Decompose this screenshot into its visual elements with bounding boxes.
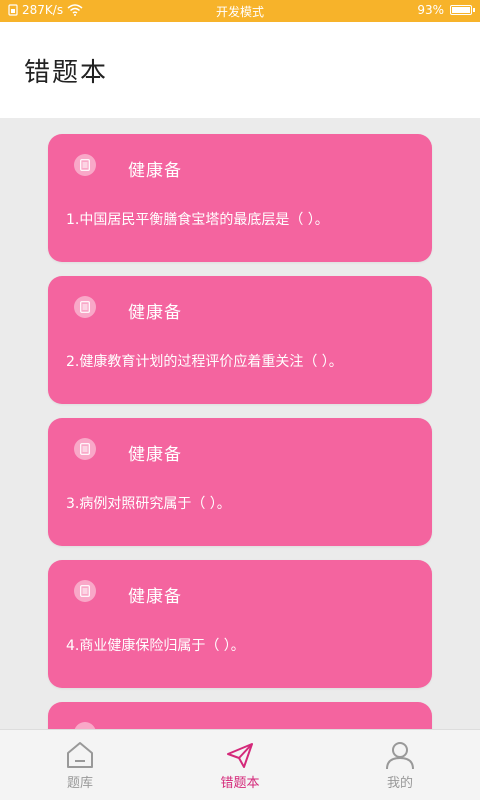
question-card[interactable]: 健康备 4.商业健康保险归属于（ ）。 xyxy=(48,560,432,688)
question-text: 1.中国居民平衡膳食宝塔的最底层是（ ）。 xyxy=(66,212,329,228)
home-icon xyxy=(67,742,93,768)
question-card-partial[interactable] xyxy=(48,702,432,730)
bottom-tab-bar: 题库 错题本 我的 xyxy=(0,729,480,800)
question-category: 健康备 xyxy=(128,303,182,323)
question-card[interactable]: 健康备 3.病例对照研究属于（ ）。 xyxy=(48,418,432,546)
tab-question-bank[interactable]: 题库 xyxy=(20,738,140,798)
user-icon xyxy=(386,742,414,770)
question-card[interactable]: 健康备 2.健康教育计划的过程评价应着重关注（ ）。 xyxy=(48,276,432,404)
document-icon xyxy=(74,296,96,318)
document-icon xyxy=(74,438,96,460)
question-card[interactable]: 健康备 1.中国居民平衡膳食宝塔的最底层是（ ）。 xyxy=(48,134,432,262)
question-category: 健康备 xyxy=(128,445,182,465)
question-text: 2.健康教育计划的过程评价应着重关注（ ）。 xyxy=(66,354,343,370)
tab-label: 题库 xyxy=(66,776,93,791)
battery-percent: 93% xyxy=(417,3,444,17)
document-icon xyxy=(74,580,96,602)
question-category: 健康备 xyxy=(128,587,182,607)
page-header: 错题本 xyxy=(0,22,480,118)
document-icon xyxy=(74,154,96,176)
developer-mode-label: 开发模式 xyxy=(215,5,264,19)
status-right: 93% xyxy=(417,3,475,17)
page-title: 错题本 xyxy=(24,58,109,88)
tab-wrong-questions[interactable]: 错题本 xyxy=(180,738,300,798)
question-category: 健康备 xyxy=(128,161,182,181)
battery-icon xyxy=(450,5,475,15)
tab-label: 我的 xyxy=(386,776,413,791)
tab-label: 错题本 xyxy=(220,776,260,791)
status-bar: 287K/s 开发模式 93% xyxy=(0,0,480,22)
question-text: 4.商业健康保险归属于（ ）。 xyxy=(66,638,245,654)
tab-profile[interactable]: 我的 xyxy=(340,738,460,798)
wrong-question-list[interactable]: 健康备 1.中国居民平衡膳食宝塔的最底层是（ ）。 健康备 2.健康教育计划的过… xyxy=(0,118,480,730)
paper-plane-icon xyxy=(227,743,253,768)
question-text: 3.病例对照研究属于（ ）。 xyxy=(66,496,231,512)
